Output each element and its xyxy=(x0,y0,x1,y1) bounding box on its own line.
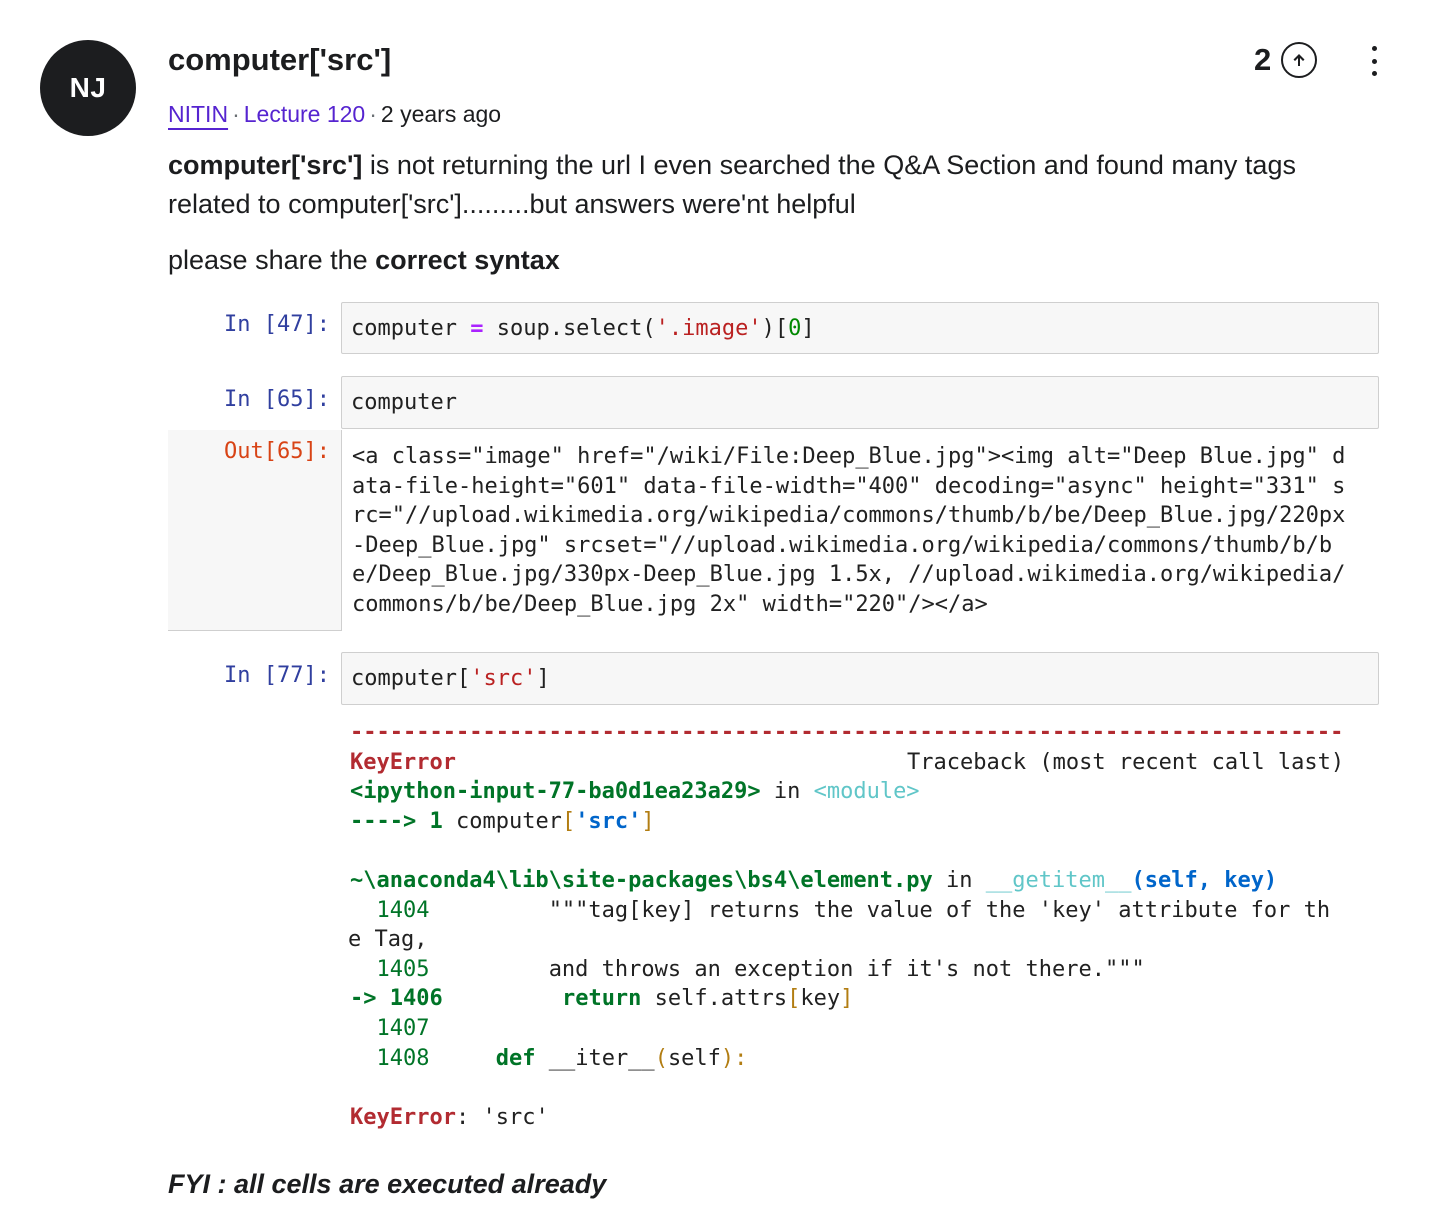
kebab-menu-icon[interactable] xyxy=(1362,46,1386,76)
code-text: computer['src'] xyxy=(351,666,550,691)
cell-prompt: In [47]: xyxy=(224,312,330,337)
traceback-output: ----------------------------------------… xyxy=(348,720,1345,1130)
meta-separator: · xyxy=(369,101,377,127)
question-body-paragraph: please share the correct syntax xyxy=(168,241,560,280)
question-body: computer['src'] is not returning the url… xyxy=(168,146,1368,224)
code-cell: computer xyxy=(341,376,1379,429)
cell-output-prompt: Out[65]: xyxy=(224,439,330,464)
cell-prompt: In [77]: xyxy=(224,663,330,688)
cell-output: <a class="image" href="/wiki/File:Deep_B… xyxy=(352,444,1346,617)
code-text: computer = soup.select('.image')[0] xyxy=(351,315,815,341)
body-bold-text: computer['src'] xyxy=(168,150,363,180)
code-cell: computer['src'] xyxy=(341,652,1379,705)
upvote-button[interactable] xyxy=(1281,42,1318,78)
meta-separator: · xyxy=(232,101,240,127)
question-title[interactable]: computer['src'] xyxy=(168,40,391,80)
vote-count: 2 xyxy=(1254,42,1272,77)
p2-text: please share the xyxy=(168,245,376,275)
author-link[interactable]: NITIN xyxy=(168,101,228,127)
lecture-link[interactable]: Lecture 120 xyxy=(244,101,365,127)
cell-prompt: In [65]: xyxy=(224,387,330,412)
post-time: 2 years ago xyxy=(380,101,502,127)
avatar[interactable]: NJ xyxy=(40,40,136,136)
p2-bold: correct syntax xyxy=(375,245,560,275)
fyi-note: FYI : all cells are executed already xyxy=(168,1169,607,1199)
arrow-up-circle-icon xyxy=(1293,54,1305,66)
question-meta: NITIN · Lecture 120 · 2 years ago xyxy=(168,98,501,130)
vote-area: 2 xyxy=(1254,40,1318,80)
code-text: computer xyxy=(351,390,457,415)
code-cell: computer = soup.select('.image')[0] xyxy=(341,302,1379,354)
